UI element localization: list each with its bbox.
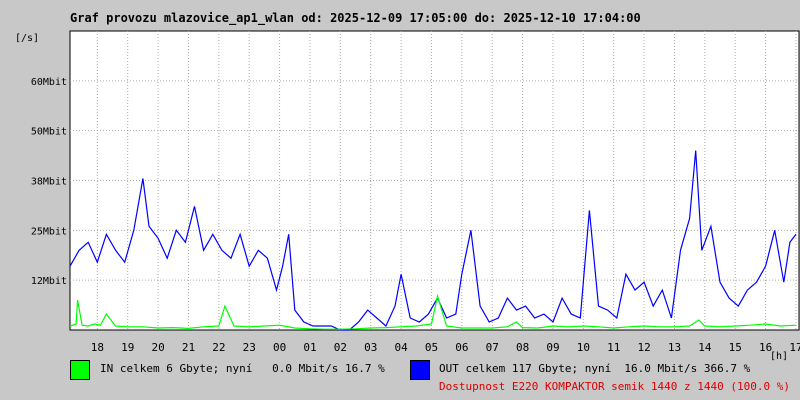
x-tick-label: 06 xyxy=(455,341,468,354)
x-tick-label: 19 xyxy=(121,341,134,354)
x-tick-label: 03 xyxy=(364,341,377,354)
legend-out-swatch xyxy=(410,360,430,380)
x-tick-label: 22 xyxy=(212,341,225,354)
x-tick-label: 23 xyxy=(243,341,256,354)
x-tick-label: 12 xyxy=(637,341,650,354)
x-tick-label: 04 xyxy=(394,341,408,354)
x-tick-label: 05 xyxy=(425,341,438,354)
y-ticks: 12Mbit 25Mbit 38Mbit 50Mbit 60Mbit xyxy=(31,77,67,287)
x-ticks: 18 19 20 21 22 23 00 01 02 03 04 05 06 07 08 09 10 11 12 13… xyxy=(91,341,800,354)
x-tick-label: 01 xyxy=(303,341,316,354)
y-axis-label: [/s] xyxy=(15,33,39,44)
chart-title: Graf provozu mlazovice_ap1_wlan od: 2025… xyxy=(70,11,641,26)
legend-in-swatch xyxy=(70,360,90,380)
x-tick-label: 11 xyxy=(607,341,620,354)
y-tick-label: 25Mbit xyxy=(31,226,67,237)
x-tick-label: 15 xyxy=(729,341,742,354)
legend-in-text: IN celkem 6 Gbyte; nyní 0.0 Mbit/s 16.7 … xyxy=(100,362,385,375)
x-tick-label: 13 xyxy=(668,341,681,354)
x-tick-label: 00 xyxy=(273,341,286,354)
x-axis-label: [h] xyxy=(770,351,788,362)
x-tick-label: 08 xyxy=(516,341,529,354)
x-tick-label: 10 xyxy=(577,341,590,354)
x-tick-label: 02 xyxy=(334,341,347,354)
x-tick-label: 14 xyxy=(698,341,712,354)
plot-area xyxy=(69,30,800,331)
x-tick-label: 17 xyxy=(789,341,800,354)
traffic-chart: Graf provozu mlazovice_ap1_wlan od: 2025… xyxy=(15,11,800,362)
x-tick-label: 09 xyxy=(546,341,559,354)
availability-text: Dostupnost E220 KOMPAKTOR semik 1440 z 1… xyxy=(439,380,790,393)
y-tick-label: 38Mbit xyxy=(31,177,67,188)
legend-out-text: OUT celkem 117 Gbyte; nyní 16.0 Mbit/s 3… xyxy=(439,362,751,375)
x-tick-label: 21 xyxy=(182,341,195,354)
y-tick-label: 50Mbit xyxy=(31,127,67,138)
x-tick-label: 07 xyxy=(486,341,499,354)
y-tick-label: 12Mbit xyxy=(31,276,67,287)
x-tick-label: 18 xyxy=(91,341,104,354)
x-tick-label: 20 xyxy=(151,341,164,354)
y-tick-label: 60Mbit xyxy=(31,77,67,88)
